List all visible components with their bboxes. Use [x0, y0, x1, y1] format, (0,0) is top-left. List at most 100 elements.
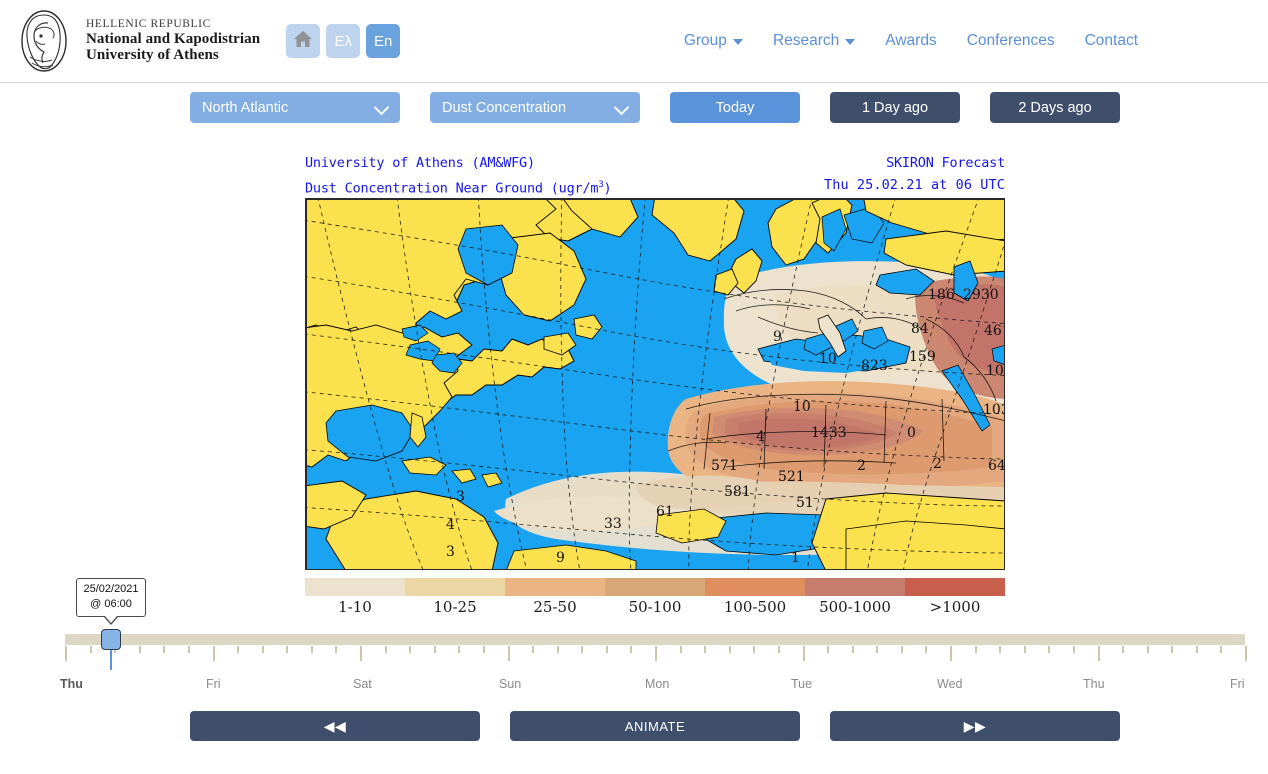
- timeline-tick-minor: [556, 646, 559, 653]
- timeline-tooltip: 25/02/2021 @ 06:00: [76, 578, 147, 625]
- timeline-tick-minor: [679, 646, 682, 653]
- lang-en-button[interactable]: En: [366, 24, 401, 58]
- timeline-tick-major: [212, 646, 215, 661]
- chevron-down-icon: [732, 39, 743, 45]
- forecast-map[interactable]: 1862930844611598239101061010304143302264…: [305, 198, 1005, 570]
- home-button[interactable]: [286, 24, 321, 58]
- previous-button[interactable]: ◀◀: [190, 711, 480, 741]
- controls-row: North Atlantic Dust Concentration Today …: [0, 92, 1268, 124]
- map-title-parameter: Dust Concentration Near Ground (ugr/m3): [305, 180, 612, 197]
- nav-item-group[interactable]: Group: [684, 32, 743, 50]
- timeline-tick-major: [1097, 646, 1100, 661]
- timeline-tick-minor: [458, 646, 461, 653]
- timeline-tick-minor: [900, 646, 903, 653]
- timeline-tick-minor: [335, 646, 338, 653]
- timeline-tick-minor: [1171, 646, 1174, 653]
- map-title-timestamp: Thu 25.02.21 at 06 UTC: [823, 177, 1005, 193]
- nav-item-conferences[interactable]: Conferences: [967, 32, 1055, 50]
- timeline-tick-minor: [89, 646, 92, 653]
- timeline-day-label: Thu: [60, 677, 83, 691]
- map-title-model: SKIRON Forecast: [886, 155, 1005, 171]
- timeline-day-labels: Thu Fri Sat Sun Mon Tue Wed Thu Fri: [60, 677, 1245, 697]
- map-title-right: SKIRON Forecast Thu 25.02.21 at 06 UTC: [824, 152, 1005, 196]
- parameter-select[interactable]: Dust Concentration: [430, 92, 640, 123]
- timeline-tick-minor: [777, 646, 780, 653]
- timeline-tick-major: [655, 646, 657, 661]
- timeline-tick-minor: [187, 646, 190, 653]
- timeline-tick-major: [65, 646, 67, 661]
- forecast-panel: University of Athens (AM&WFG) Dust Conce…: [305, 150, 1005, 616]
- timeline-tick-minor: [237, 646, 240, 653]
- timeline-handle[interactable]: [101, 629, 122, 650]
- playback-controls: ◀◀ ANIMATE ▶▶: [0, 711, 1268, 741]
- timeline-tick-minor: [532, 646, 535, 653]
- timeline-tick-minor: [1122, 646, 1125, 653]
- timeline-tick-major: [507, 646, 510, 661]
- timeline-tick-minor: [630, 646, 633, 653]
- day-button-1-day-ago[interactable]: 1 Day ago: [830, 92, 960, 123]
- university-seal-logo: [16, 8, 72, 74]
- timeline-day-label: Fri: [206, 677, 221, 691]
- animate-button[interactable]: ANIMATE: [510, 711, 800, 741]
- timeline-tick-minor: [1048, 646, 1051, 653]
- timeline-tick-minor: [581, 646, 584, 653]
- region-select[interactable]: North Atlantic: [190, 92, 400, 123]
- timeline-tick-minor: [1220, 646, 1223, 653]
- timeline-tick-major: [1245, 646, 1247, 661]
- timeline-tick-minor: [1146, 646, 1149, 653]
- map-title: University of Athens (AM&WFG) Dust Conce…: [305, 150, 1005, 198]
- nav-label-group: Group: [683, 32, 727, 49]
- timeline-tick-minor: [409, 646, 412, 653]
- timeline-day-label: Wed: [937, 677, 963, 691]
- timeline-day-label: Tue: [791, 677, 813, 691]
- timeline-tick-minor: [605, 646, 608, 653]
- timeline-day-label: Sun: [499, 677, 522, 691]
- tooltip-date: 25/02/2021: [83, 583, 139, 595]
- brand-line-1: National and Kapodistrian: [86, 30, 261, 47]
- fast-forward-icon: ▶▶: [963, 718, 987, 734]
- timeline-tick-minor: [1023, 646, 1026, 653]
- day-button-2-days-ago[interactable]: 2 Days ago: [990, 92, 1120, 123]
- timeline-tick-minor: [876, 646, 879, 653]
- timeline-tick-minor: [999, 646, 1002, 653]
- next-button[interactable]: ▶▶: [830, 711, 1120, 741]
- timeline-day-label: Sat: [353, 677, 372, 691]
- map-canvas: [306, 199, 1004, 569]
- timeline-day-label: Fri: [1230, 677, 1245, 691]
- nav-item-contact[interactable]: Contact: [1085, 32, 1138, 50]
- timeline-needle: [110, 650, 113, 670]
- brand-line-hellenic: Hellenic Republic: [86, 17, 211, 30]
- lang-el-button[interactable]: Ελ: [326, 24, 361, 58]
- timeline-track[interactable]: [65, 634, 1245, 645]
- timeline-ticks: [65, 646, 1247, 662]
- site-header: Hellenic Republic National and Kapodistr…: [0, 0, 1268, 83]
- timeline-tick-minor: [704, 646, 707, 653]
- nav-item-research[interactable]: Research: [773, 32, 856, 50]
- day-button-today[interactable]: Today: [670, 92, 800, 123]
- timeline-tick-minor: [827, 646, 830, 653]
- timeline-slider[interactable]: 25/02/2021 @ 06:00 Thu Fri Sat Sun Mon Tue Wed…: [60, 578, 1247, 697]
- nav-item-awards[interactable]: Awards: [885, 32, 936, 50]
- brand-line-2: University of Athens: [86, 47, 219, 64]
- timeline-tick-minor: [310, 646, 313, 653]
- timeline-tick-minor: [261, 646, 264, 653]
- timeline-tick-major: [950, 646, 952, 661]
- region-select-value: North Atlantic: [202, 99, 289, 116]
- timeline-tick-minor: [384, 646, 387, 653]
- map-title-institution: University of Athens (AM&WFG): [305, 155, 535, 171]
- language-switcher: Ελ En: [286, 24, 401, 58]
- chevron-down-icon: [615, 101, 628, 114]
- tooltip-time: @ 06:00: [90, 598, 132, 610]
- timeline-tick-minor: [851, 646, 854, 653]
- timeline-day-label: Mon: [645, 677, 670, 691]
- timeline-tick-minor: [433, 646, 436, 653]
- timeline-tick-major: [360, 646, 362, 661]
- chevron-down-icon: [845, 39, 856, 45]
- brand-block: Hellenic Republic National and Kapodistr…: [86, 18, 260, 64]
- rewind-icon: ◀◀: [323, 718, 347, 734]
- timeline-tick-minor: [163, 646, 166, 653]
- timeline-tick-major: [802, 646, 805, 661]
- timeline-day-label: Thu: [1083, 677, 1105, 691]
- home-icon: [293, 30, 313, 52]
- timeline-tick-minor: [753, 646, 756, 653]
